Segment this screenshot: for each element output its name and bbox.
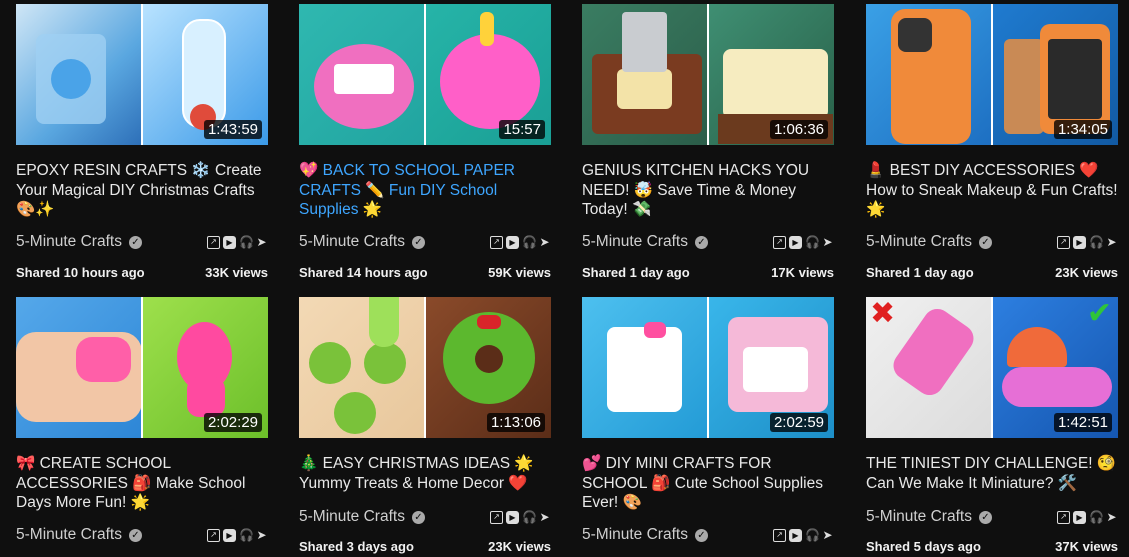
video-card[interactable]: 1:43:59 EPOXY RESIN CRAFTS ❄️ Create You…	[16, 4, 268, 280]
youtube-icon[interactable]: ▶	[1073, 235, 1086, 249]
view-count: 17K views	[771, 265, 834, 280]
channel-name[interactable]: 5-Minute Crafts	[582, 233, 688, 251]
send-icon[interactable]: ➤	[538, 235, 551, 249]
verified-icon: ✓	[978, 510, 992, 524]
video-duration: 1:42:51	[1053, 413, 1112, 432]
video-card[interactable]: 1:34:05 💄 BEST DIY ACCESSORIES ❤️ How to…	[866, 4, 1118, 280]
channel-name[interactable]: 5-Minute Crafts	[16, 233, 122, 251]
video-title[interactable]: 💖 BACK TO SCHOOL PAPER CRAFTS ✏️ Fun DIY…	[299, 161, 551, 221]
send-icon[interactable]: ➤	[538, 510, 551, 524]
headphones-icon[interactable]: 🎧	[522, 235, 537, 249]
headphones-icon[interactable]: 🎧	[239, 528, 254, 542]
headphones-icon[interactable]: 🎧	[805, 235, 820, 249]
send-icon[interactable]: ➤	[821, 235, 834, 249]
video-card[interactable]: 1:13:06 🎄 EASY CHRISTMAS IDEAS 🌟 Yummy T…	[299, 297, 551, 554]
send-icon[interactable]: ➤	[255, 528, 268, 542]
channel-name[interactable]: 5-Minute Crafts	[866, 508, 972, 526]
video-thumbnail[interactable]: 1:43:59	[16, 4, 268, 145]
video-thumbnail[interactable]: 15:57	[299, 4, 551, 145]
video-duration: 2:02:59	[769, 413, 828, 432]
headphones-icon[interactable]: 🎧	[805, 528, 820, 542]
shared-time: Shared 3 days ago	[299, 539, 414, 554]
external-link-icon[interactable]: ↗	[773, 235, 786, 249]
channel-name[interactable]: 5-Minute Crafts	[16, 526, 122, 544]
video-title[interactable]: 💄 BEST DIY ACCESSORIES ❤️ How to Sneak M…	[866, 161, 1118, 221]
headphones-icon[interactable]: 🎧	[1089, 510, 1104, 524]
video-card[interactable]: 1:06:36 GENIUS KITCHEN HACKS YOU NEED! 🤯…	[582, 4, 834, 280]
shared-time: Shared 10 hours ago	[16, 265, 145, 280]
headphones-icon[interactable]: 🎧	[1089, 235, 1104, 249]
send-icon[interactable]: ➤	[1105, 235, 1118, 249]
video-title[interactable]: 🎀 CREATE SCHOOL ACCESSORIES 🎒 Make Schoo…	[16, 454, 268, 514]
external-link-icon[interactable]: ↗	[773, 528, 786, 542]
verified-icon: ✓	[128, 528, 142, 542]
video-thumbnail[interactable]: 1:13:06	[299, 297, 551, 438]
video-title[interactable]: THE TINIEST DIY CHALLENGE! 🧐 Can We Make…	[866, 454, 1118, 514]
shared-time: Shared 5 days ago	[866, 539, 981, 554]
channel-name[interactable]: 5-Minute Crafts	[299, 508, 405, 526]
send-icon[interactable]: ➤	[821, 528, 834, 542]
external-link-icon[interactable]: ↗	[207, 235, 220, 249]
youtube-icon[interactable]: ▶	[223, 235, 236, 249]
send-icon[interactable]: ➤	[1105, 510, 1118, 524]
youtube-icon[interactable]: ▶	[789, 528, 802, 542]
external-link-icon[interactable]: ↗	[490, 510, 503, 524]
video-card[interactable]: ✖ ✔ 1:42:51 THE TINIEST DIY CHALLENGE! 🧐…	[866, 297, 1118, 554]
verified-icon: ✓	[411, 235, 425, 249]
video-title[interactable]: 🎄 EASY CHRISTMAS IDEAS 🌟 Yummy Treats & …	[299, 454, 551, 514]
youtube-icon[interactable]: ▶	[506, 235, 519, 249]
video-thumbnail[interactable]: 2:02:29	[16, 297, 268, 438]
channel-name[interactable]: 5-Minute Crafts	[582, 526, 688, 544]
channel-name[interactable]: 5-Minute Crafts	[866, 233, 972, 251]
headphones-icon[interactable]: 🎧	[522, 510, 537, 524]
video-thumbnail[interactable]: 1:06:36	[582, 4, 834, 145]
shared-time: Shared 14 hours ago	[299, 265, 428, 280]
youtube-icon[interactable]: ▶	[1073, 510, 1086, 524]
view-count: 59K views	[488, 265, 551, 280]
send-icon[interactable]: ➤	[255, 235, 268, 249]
verified-icon: ✓	[694, 528, 708, 542]
view-count: 37K views	[1055, 539, 1118, 554]
video-duration: 15:57	[499, 120, 545, 139]
external-link-icon[interactable]: ↗	[1057, 510, 1070, 524]
video-title[interactable]: EPOXY RESIN CRAFTS ❄️ Create Your Magica…	[16, 161, 268, 221]
video-duration: 1:34:05	[1053, 120, 1112, 139]
view-count: 23K views	[488, 539, 551, 554]
verified-icon: ✓	[694, 235, 708, 249]
video-thumbnail[interactable]: ✖ ✔ 1:42:51	[866, 297, 1118, 438]
channel-name[interactable]: 5-Minute Crafts	[299, 233, 405, 251]
video-card[interactable]: 2:02:29 🎀 CREATE SCHOOL ACCESSORIES 🎒 Ma…	[16, 297, 268, 544]
video-duration: 1:43:59	[203, 120, 262, 139]
video-duration: 1:06:36	[769, 120, 828, 139]
verified-icon: ✓	[411, 510, 425, 524]
verified-icon: ✓	[978, 235, 992, 249]
video-card[interactable]: 2:02:59 💕 DIY MINI CRAFTS FOR SCHOOL 🎒 C…	[582, 297, 834, 544]
video-grid: 1:43:59 EPOXY RESIN CRAFTS ❄️ Create You…	[0, 0, 1129, 557]
video-duration: 2:02:29	[203, 413, 262, 432]
video-title[interactable]: GENIUS KITCHEN HACKS YOU NEED! 🤯 Save Ti…	[582, 161, 834, 221]
shared-time: Shared 1 day ago	[866, 265, 974, 280]
external-link-icon[interactable]: ↗	[1057, 235, 1070, 249]
view-count: 23K views	[1055, 265, 1118, 280]
video-card[interactable]: 15:57 💖 BACK TO SCHOOL PAPER CRAFTS ✏️ F…	[299, 4, 551, 280]
shared-time: Shared 1 day ago	[582, 265, 690, 280]
video-title[interactable]: 💕 DIY MINI CRAFTS FOR SCHOOL 🎒 Cute Scho…	[582, 454, 834, 514]
view-count: 33K views	[205, 265, 268, 280]
video-thumbnail[interactable]: 1:34:05	[866, 4, 1118, 145]
verified-icon: ✓	[128, 235, 142, 249]
video-duration: 1:13:06	[486, 413, 545, 432]
youtube-icon[interactable]: ▶	[223, 528, 236, 542]
external-link-icon[interactable]: ↗	[490, 235, 503, 249]
video-thumbnail[interactable]: 2:02:59	[582, 297, 834, 438]
youtube-icon[interactable]: ▶	[506, 510, 519, 524]
youtube-icon[interactable]: ▶	[789, 235, 802, 249]
headphones-icon[interactable]: 🎧	[239, 235, 254, 249]
external-link-icon[interactable]: ↗	[207, 528, 220, 542]
